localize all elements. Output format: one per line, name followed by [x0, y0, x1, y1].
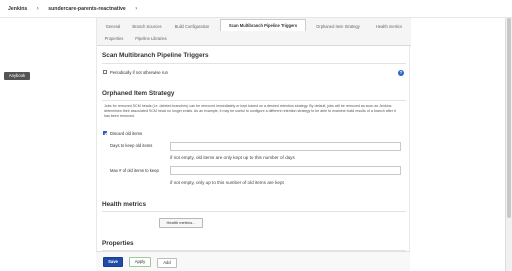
tab-build-configuration[interactable]: Build Configuration [169, 21, 215, 32]
tab-general[interactable]: General [100, 21, 126, 32]
tab-health-metrics[interactable]: Health metrics [371, 21, 407, 32]
tab-scan-triggers[interactable]: Scan Multibranch Pipeline Triggers [220, 19, 306, 31]
orphaned-heading: Orphaned Item Strategy [102, 90, 175, 97]
health-metrics-button[interactable]: Health metrics... [159, 218, 203, 228]
orphaned-description: Jobs for removed SCM heads (i.e. deleted… [104, 104, 396, 119]
days-to-keep-hint: if not empty, old items are only kept up… [170, 155, 295, 160]
days-to-keep-input[interactable] [170, 142, 401, 151]
max-items-hint: if not empty, only up to this number of … [170, 180, 284, 185]
tab-properties[interactable]: Properties [100, 33, 128, 44]
days-to-keep-label: Days to keep old items [110, 143, 153, 148]
discard-old-items-checkbox[interactable] [103, 131, 107, 135]
apply-button[interactable]: Apply [129, 257, 151, 267]
breadcrumb-project[interactable]: sundercare-parents-reactnative [48, 0, 126, 18]
max-items-label: Max # of old items to keep [110, 168, 159, 173]
add-button[interactable]: Add [157, 258, 177, 268]
help-icon[interactable]: ? [398, 70, 404, 76]
max-items-input[interactable] [170, 166, 401, 175]
scan-triggers-heading: Scan Multibranch Pipeline Triggers [102, 52, 209, 59]
periodic-label: Periodically if not otherwise run [110, 70, 168, 75]
breadcrumb: Jenkins › sundercare-parents-reactnative… [0, 0, 512, 18]
page-scrollbar[interactable] [505, 18, 512, 271]
config-tab-bar: General Branch Sources Build Configurati… [97, 18, 411, 46]
discard-old-items-label: Discard old items [110, 131, 143, 136]
action-bar: Save Apply Add [96, 251, 410, 271]
section-divider [102, 100, 406, 101]
tab-orphaned-item-strategy[interactable]: Orphaned Item Strategy [309, 21, 367, 32]
health-metrics-heading: Health metrics [102, 201, 147, 208]
back-badge[interactable]: Anybook [4, 72, 30, 80]
tab-pipeline-libraries[interactable]: Pipeline Libraries [131, 33, 171, 44]
properties-heading: Properties [102, 240, 134, 247]
breadcrumb-jenkins[interactable]: Jenkins [8, 0, 27, 18]
jenkins-config-page: Jenkins › sundercare-parents-reactnative… [0, 0, 512, 271]
tab-branch-sources[interactable]: Branch Sources [128, 21, 166, 32]
breadcrumb-chevron-icon: › [135, 6, 138, 12]
scrollbar-thumb[interactable] [507, 18, 511, 218]
section-divider [102, 211, 406, 212]
config-panel: General Branch Sources Build Configurati… [96, 18, 411, 271]
periodic-checkbox[interactable] [103, 70, 107, 74]
breadcrumb-chevron-icon: › [36, 6, 39, 12]
section-divider [102, 63, 406, 64]
save-button[interactable]: Save [103, 257, 123, 267]
